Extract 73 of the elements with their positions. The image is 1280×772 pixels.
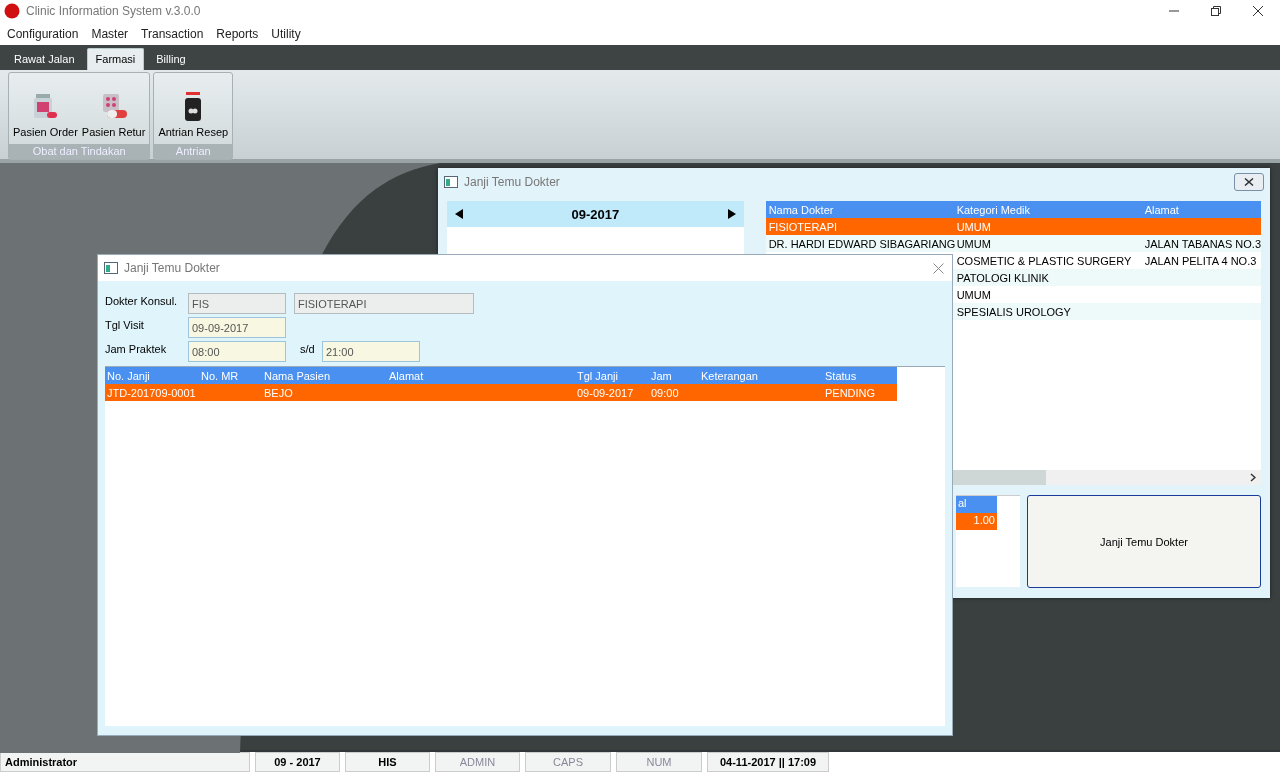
status-panel: HIS — [345, 752, 430, 772]
table-cell: COSMETIC & PLASTIC SURGERY — [956, 254, 1132, 267]
medicine-bottle-icon — [183, 92, 204, 122]
ribbon-group-label: Obat dan Tindakan — [9, 144, 150, 159]
status-panel: 04-11-2017 || 17:09 — [707, 752, 829, 772]
input-field[interactable]: 08:00 — [188, 341, 286, 362]
month-label: 09-2017 — [571, 206, 620, 222]
menu-item[interactable]: Reports — [216, 26, 259, 41]
table-row[interactable]: DR. HARDI EDWARD SIBAGARIANGUMUM JALAN TABANAS NO.3 — [765, 235, 1261, 252]
restore-icon[interactable] — [1210, 5, 1222, 17]
column-header: Tgl Janji — [576, 369, 619, 382]
column-header: Status — [824, 369, 858, 382]
input-field[interactable]: 09-09-2017 — [188, 317, 286, 338]
input-field[interactable]: FIS — [188, 293, 286, 314]
appointment-button[interactable]: Janji Temu Dokter — [1027, 495, 1261, 588]
table-cell: UMUM — [956, 288, 991, 301]
table-cell: FISIOTERAPI — [768, 220, 838, 233]
menu-item[interactable]: Master — [91, 26, 129, 41]
ribbon-tab[interactable]: Rawat Jalan — [6, 49, 83, 70]
input-field[interactable]: 21:00 — [322, 341, 420, 362]
field-label: Jam Praktek — [105, 342, 168, 355]
table-cell: PENDING — [825, 386, 876, 399]
app-logo-icon — [4, 3, 20, 19]
ribbon-tab[interactable]: Farmasi — [86, 48, 145, 70]
table-cell: UMUM — [956, 220, 991, 233]
ribbon-tab[interactable]: Billing — [148, 49, 194, 70]
window-title: Janji Temu Dokter — [464, 174, 560, 189]
next-arrow-icon[interactable] — [727, 209, 736, 219]
column-header: No. Janji — [106, 369, 151, 382]
column-header: Jam — [650, 369, 673, 382]
column-header: Nama Dokter — [767, 203, 835, 216]
ribbon-button[interactable]: Pasien Retur — [79, 73, 148, 144]
ribbon-group-label: Antrian — [154, 144, 233, 159]
field-label: Tgl Visit — [105, 318, 145, 331]
table-cell: PATOLOGI KLINIK — [956, 271, 1049, 284]
table-cell: 09-09-2017 — [577, 386, 634, 399]
window-icon — [104, 262, 118, 274]
ribbon-button[interactable]: Antrian Resep — [156, 73, 231, 144]
column-header: Nama Pasien — [263, 369, 332, 382]
menu-item[interactable]: Utility — [271, 26, 301, 41]
input-field[interactable]: FISIOTERAPI — [294, 293, 474, 314]
table-cell: DR. HARDI EDWARD SIBAGARIANG — [768, 237, 956, 250]
close-icon[interactable] — [1252, 5, 1264, 17]
range-separator: s/d — [300, 342, 314, 355]
app-title: Clinic Information System v.3.0.0 — [26, 4, 201, 18]
column-header: Alamat — [1143, 203, 1180, 216]
status-panel: 09 - 2017 — [255, 752, 340, 772]
previous-arrow-icon[interactable] — [455, 209, 463, 219]
table-cell: 1.00 — [973, 514, 995, 526]
window-title: Janji Temu Dokter — [124, 261, 220, 275]
table-cell: BEJO — [264, 386, 293, 399]
status-panel: Administrator — [0, 752, 250, 772]
ribbon-button[interactable]: Pasien Order — [11, 73, 80, 144]
window-icon — [444, 175, 458, 188]
column-header: Kategori Medik — [955, 203, 1031, 216]
field-label: Dokter Konsul. — [105, 294, 179, 307]
table-cell: JTD-201709-0001 — [107, 386, 196, 399]
close-icon — [1244, 177, 1254, 186]
status-panel: NUM — [616, 752, 702, 772]
menu-item[interactable]: Configuration — [7, 26, 79, 41]
column-header: Alamat — [388, 369, 425, 382]
column-header: Keterangan — [700, 369, 759, 382]
table-cell: JALAN PELITA 4 NO.3 — [1144, 254, 1257, 267]
column-header: al — [958, 497, 967, 509]
table-cell: SPESIALIS UROLOGY — [956, 305, 1071, 318]
menu-item[interactable]: Transaction — [141, 26, 204, 41]
table-cell: UMUM — [956, 237, 991, 250]
table-cell: JALAN TABANAS NO.3 — [1144, 237, 1261, 250]
column-header: No. MR — [200, 369, 240, 382]
close-button[interactable] — [1234, 172, 1264, 191]
table-cell: 09:00 — [651, 386, 679, 399]
status-panel: CAPS — [525, 752, 611, 772]
status-panel: ADMIN — [435, 752, 520, 772]
